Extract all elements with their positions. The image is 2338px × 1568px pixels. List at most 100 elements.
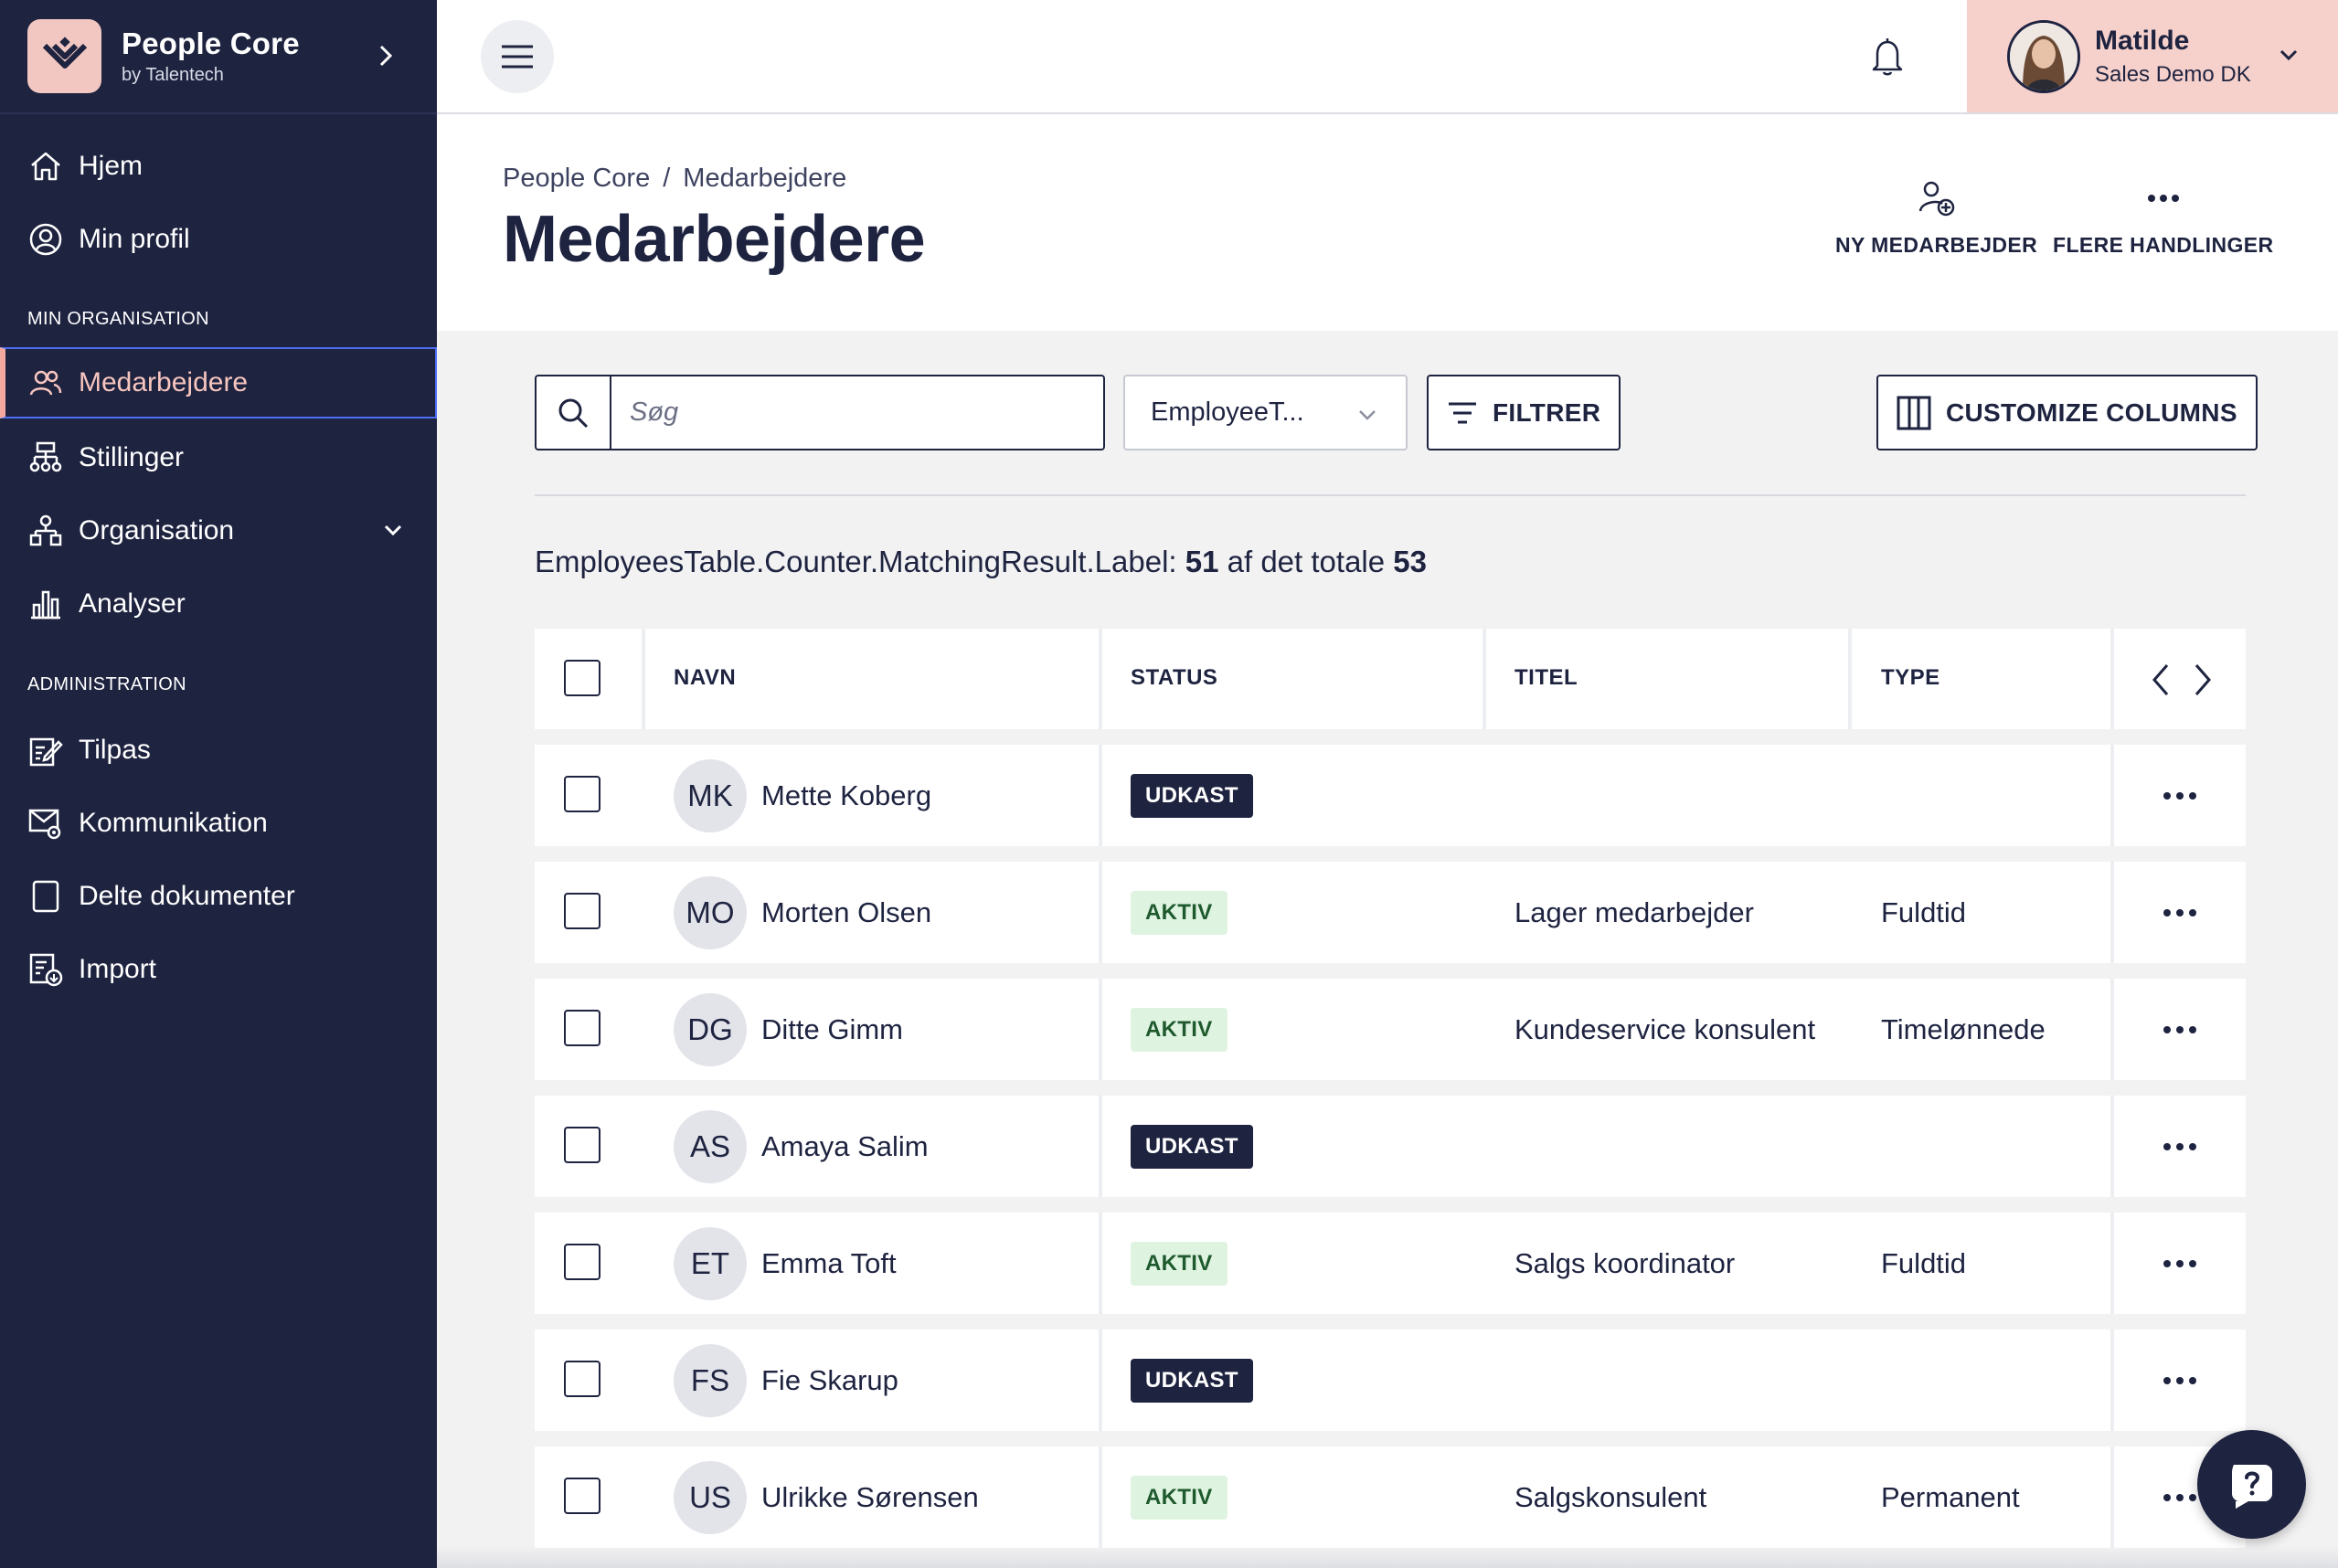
filter-lines-icon [1447,400,1478,426]
search-input[interactable] [611,376,1103,449]
chevron-down-icon[interactable] [382,519,404,541]
status-badge: AKTIV [1131,891,1227,935]
row-actions-more-icon[interactable] [2162,790,2198,801]
row-actions-more-icon[interactable] [2162,1024,2198,1035]
employee-name[interactable]: Emma Toft [761,1247,897,1280]
employee-name[interactable]: Mette Koberg [761,779,931,812]
column-separator [2110,979,2114,1080]
row-checkbox[interactable] [564,1244,600,1280]
breadcrumb-root[interactable]: People Core [503,164,650,194]
chevron-right-icon[interactable] [377,41,395,70]
sidebar-item-tilpas[interactable]: Tilpas [0,715,437,786]
row-checkbox[interactable] [564,1361,600,1397]
table-row[interactable]: MO Morten Olsen AKTIV Lager medarbejder Fuld… [535,862,2246,963]
new-employee-button[interactable]: NY MEDARBEJDER [1835,178,2037,258]
sidebar-item-label: Kommunikation [79,808,268,838]
notifications-bell-icon[interactable] [1870,37,1905,77]
sidebar-item-organisation[interactable]: Organisation [0,495,437,567]
row-checkbox[interactable] [564,776,600,812]
row-checkbox[interactable] [564,1127,600,1163]
sidebar-item-analyser[interactable]: Analyser [0,568,437,640]
hamburger-menu-button[interactable] [481,20,554,93]
search-icon[interactable] [537,376,611,449]
mail-settings-icon [27,805,64,842]
row-actions-more-icon[interactable] [2162,1258,2198,1269]
column-separator [1099,745,1102,846]
chevron-left-icon[interactable] [2149,662,2173,698]
breadcrumb: People Core / Medarbejdere [503,164,846,194]
sidebar-item-medarbejdere[interactable]: Medarbejdere [0,347,437,418]
customize-columns-button[interactable]: CUSTOMIZE COLUMNS [1876,375,2258,450]
table-row[interactable]: DG Ditte Gimm AKTIV Kundeservice konsulent T… [535,979,2246,1080]
sidebar-item-label: Stillinger [79,442,185,472]
nav-section-org: MIN ORGANISATION [27,309,209,329]
status-badge: AKTIV [1131,1476,1227,1520]
row-actions-more-icon[interactable] [2162,1492,2198,1503]
org-tree-icon [27,440,64,476]
table-row[interactable]: US Ulrikke Sørensen AKTIV Salgskonsulent Per… [535,1446,2246,1548]
column-separator [1099,1213,1102,1314]
column-header-status[interactable]: STATUS [1131,665,1217,691]
table-row[interactable]: AS Amaya Salim UDKAST [535,1096,2246,1197]
counter-label: EmployeesTable.Counter.MatchingResult.La… [535,545,1177,578]
status-badge: UDKAST [1131,1125,1253,1169]
table-row[interactable]: ET Emma Toft AKTIV Salgs koordinator Fuldtid [535,1213,2246,1314]
employee-name[interactable]: Morten Olsen [761,896,931,929]
avatar-initials: US [674,1461,747,1534]
sidebar-item-stillinger[interactable]: Stillinger [0,422,437,493]
status-badge: UDKAST [1131,1359,1253,1403]
sidebar-item-label: Organisation [79,515,235,546]
avatar-initials: MO [674,876,747,949]
row-checkbox[interactable] [564,893,600,929]
row-actions-more-icon[interactable] [2162,1141,2198,1152]
table-row[interactable]: MK Mette Koberg UDKAST [535,745,2246,846]
avatar-initials: DG [674,993,747,1066]
column-header-type[interactable]: TYPE [1881,665,1940,691]
sidebar-item-delte-dokumenter[interactable]: Delte dokumenter [0,861,437,932]
status-badge: UDKAST [1131,774,1253,818]
column-header-title[interactable]: TITEL [1514,665,1578,691]
row-checkbox[interactable] [564,1478,600,1514]
column-separator [642,979,645,1080]
column-separator [2110,1213,2114,1314]
chevron-down-icon [1356,404,1378,426]
sidebar-item-kommunikation[interactable]: Kommunikation [0,788,437,859]
bar-chart-icon [27,586,64,622]
page-title: Medarbejdere [503,203,926,276]
help-chat-button[interactable] [2197,1430,2306,1539]
sidebar: People Core by Talentech Hjem Min profil… [0,0,437,1568]
chevron-right-icon[interactable] [2191,662,2215,698]
new-employee-label: NY MEDARBEJDER [1835,233,2038,257]
row-checkbox[interactable] [564,1010,600,1046]
breadcrumb-separator: / [663,164,671,193]
sidebar-item-hjem[interactable]: Hjem [0,131,437,202]
sidebar-item-import[interactable]: Import [0,934,437,1005]
column-header-name[interactable]: NAVN [674,665,736,691]
employee-name[interactable]: Ditte Gimm [761,1013,903,1046]
employee-name[interactable]: Fie Skarup [761,1364,898,1397]
employee-name[interactable]: Amaya Salim [761,1130,929,1163]
row-actions-more-icon[interactable] [2162,907,2198,918]
sidebar-item-min-profil[interactable]: Min profil [0,204,437,275]
hierarchy-icon [27,513,64,549]
more-actions-button[interactable]: FLERE HANDLINGER [2053,178,2274,258]
employee-title: Salgskonsulent [1514,1481,1707,1513]
brand[interactable]: People Core by Talentech [0,0,437,114]
column-separator [642,1446,645,1548]
column-separator [1099,1446,1102,1548]
employee-type: Timelønnede [1881,1013,2046,1045]
user-menu[interactable]: Matilde Sales Demo DK [1967,0,2338,112]
employee-name[interactable]: Ulrikke Sørensen [761,1481,979,1514]
avatar-initials: FS [674,1344,747,1417]
select-all-checkbox[interactable] [564,660,600,696]
brand-subtitle: by Talentech [122,65,224,85]
table-row[interactable]: FS Fie Skarup UDKAST [535,1330,2246,1431]
filter-button[interactable]: FILTRER [1427,375,1621,450]
column-separator [642,745,645,846]
employee-type-select[interactable]: EmployeeT... [1123,375,1408,450]
employee-type: Permanent [1881,1481,2020,1513]
column-separator [1848,629,1852,729]
row-actions-more-icon[interactable] [2162,1375,2198,1386]
employee-title: Salgs koordinator [1514,1247,1736,1279]
chevron-down-icon[interactable] [2278,44,2300,66]
